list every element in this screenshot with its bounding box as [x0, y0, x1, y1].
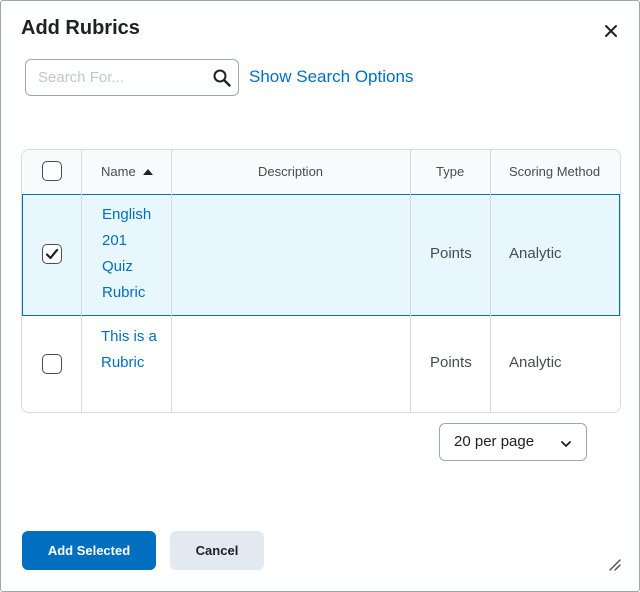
rubric-type: Points	[430, 354, 472, 371]
select-all-checkbox[interactable]	[42, 161, 62, 181]
resize-handle-icon[interactable]	[607, 557, 621, 571]
rubric-type: Points	[430, 245, 472, 262]
page-size-select[interactable]: 20 per page	[439, 423, 587, 461]
row-checkbox[interactable]	[42, 244, 62, 264]
sort-up-icon	[143, 169, 154, 175]
column-divider	[490, 150, 491, 412]
add-rubrics-dialog: Add Rubrics Show Search Options Name Des…	[0, 0, 640, 592]
search-box	[25, 59, 239, 96]
close-icon[interactable]	[599, 19, 623, 43]
page-size-value: 20 per page	[454, 433, 535, 450]
search-input[interactable]	[26, 60, 206, 95]
checkmark-icon	[45, 248, 59, 260]
column-header-name[interactable]: Name	[101, 150, 154, 194]
rubric-scoring-method: Analytic	[509, 245, 562, 262]
column-header-scoring-method: Scoring Method	[509, 164, 601, 179]
search-icon[interactable]	[212, 68, 232, 88]
rubrics-table: Name Description Type Scoring Method Eng…	[21, 149, 621, 413]
add-selected-button[interactable]: Add Selected	[22, 531, 156, 570]
table-row[interactable]: This is a Rubric Points Analytic	[22, 316, 620, 412]
table-header: Name Description Type Scoring Method	[22, 150, 620, 195]
dialog-title: Add Rubrics	[21, 17, 140, 39]
column-divider	[410, 150, 411, 412]
rubric-name-link[interactable]: English 201 Quiz Rubric	[102, 202, 162, 306]
rubric-scoring-method: Analytic	[509, 354, 562, 371]
column-header-label: Name	[101, 164, 136, 179]
table-row[interactable]: English 201 Quiz Rubric Points Analytic	[22, 194, 620, 316]
show-search-options-link[interactable]: Show Search Options	[249, 67, 413, 87]
row-checkbox[interactable]	[42, 354, 62, 374]
column-header-type: Type	[436, 164, 465, 179]
rubric-name-link[interactable]: This is a Rubric	[101, 324, 161, 376]
column-divider	[81, 150, 82, 412]
cancel-button[interactable]: Cancel	[170, 531, 264, 570]
column-header-description: Description	[258, 164, 324, 179]
column-divider	[171, 150, 172, 412]
chevron-down-icon	[560, 437, 572, 449]
